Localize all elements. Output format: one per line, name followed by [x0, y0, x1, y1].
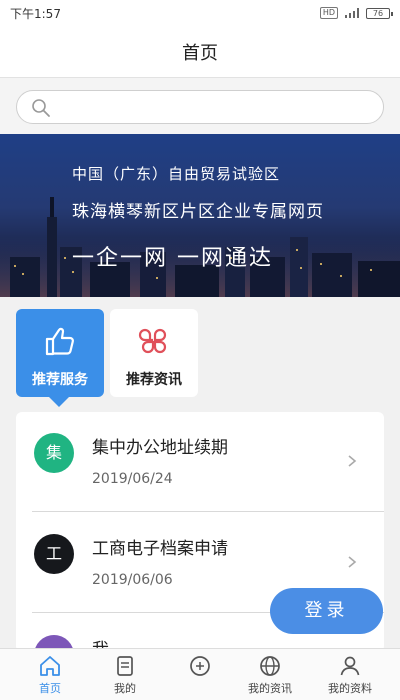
nav-label: 我的资料: [328, 682, 372, 695]
nav-item-service[interactable]: [160, 649, 240, 700]
item-date: 2019/06/06: [92, 572, 173, 588]
divider: [32, 511, 384, 512]
item-avatar: 工: [34, 534, 74, 574]
battery-icon: 76: [366, 7, 393, 19]
signal-icon: [345, 8, 359, 18]
bottom-navigation: 首页 我的 我的资讯 我的资料: [0, 648, 400, 700]
service-icon: [190, 656, 210, 676]
list-item[interactable]: 集 集中办公地址续期 2019/06/24: [16, 412, 384, 512]
tab-label: 推荐服务: [32, 372, 88, 388]
search-area: [0, 78, 400, 134]
banner-line-1: 中国（广东）自由贸易试验区: [72, 165, 281, 183]
tab-recommended-news[interactable]: 推荐资讯: [110, 309, 198, 397]
item-title: 工商电子档案申请: [92, 539, 228, 559]
user-icon: [340, 656, 360, 676]
nav-item-home[interactable]: 首页: [10, 649, 90, 700]
search-icon: [32, 99, 50, 117]
chevron-right-icon: [348, 455, 357, 467]
nav-label: 首页: [39, 682, 61, 695]
thumbs-up-icon: [45, 327, 74, 356]
tab-recommended-services[interactable]: 推荐服务: [16, 309, 104, 397]
search-input[interactable]: [61, 95, 371, 119]
hero-banner[interactable]: 中国（广东）自由贸易试验区 珠海横琴新区片区企业专属网页 一企一网 一网通达: [0, 134, 400, 297]
nav-item-my-news[interactable]: 我的资讯: [230, 649, 310, 700]
document-icon: [117, 656, 133, 676]
banner-slogan: 一企一网 一网通达: [72, 246, 273, 271]
login-button[interactable]: 登录: [270, 588, 383, 634]
item-date: 2019/06/24: [92, 471, 173, 487]
clover-icon: [138, 328, 167, 354]
active-tab-pointer: [49, 397, 69, 407]
item-title: 集中办公地址续期: [92, 438, 228, 458]
chevron-right-icon: [348, 556, 357, 568]
city-skyline-image: [0, 197, 400, 297]
item-avatar: 集: [34, 433, 74, 473]
title-bar: 首页: [0, 26, 400, 78]
search-box[interactable]: [16, 90, 384, 124]
home-icon: [40, 656, 60, 676]
hd-indicator: HD: [319, 7, 338, 19]
status-bar: 下午1:57 HD 76: [0, 0, 400, 26]
page-title: 首页: [182, 42, 218, 64]
banner-line-2: 珠海横琴新区片区企业专属网页: [72, 202, 324, 222]
nav-item-mine[interactable]: 我的: [85, 649, 165, 700]
status-time: 下午1:57: [10, 6, 61, 21]
tab-label: 推荐资讯: [126, 372, 182, 388]
nav-label: 我的: [114, 682, 136, 695]
globe-icon: [260, 656, 280, 676]
nav-item-my-profile[interactable]: 我的资料: [310, 649, 390, 700]
status-icons: HD 76: [319, 7, 393, 19]
nav-label: 我的资讯: [248, 682, 292, 695]
